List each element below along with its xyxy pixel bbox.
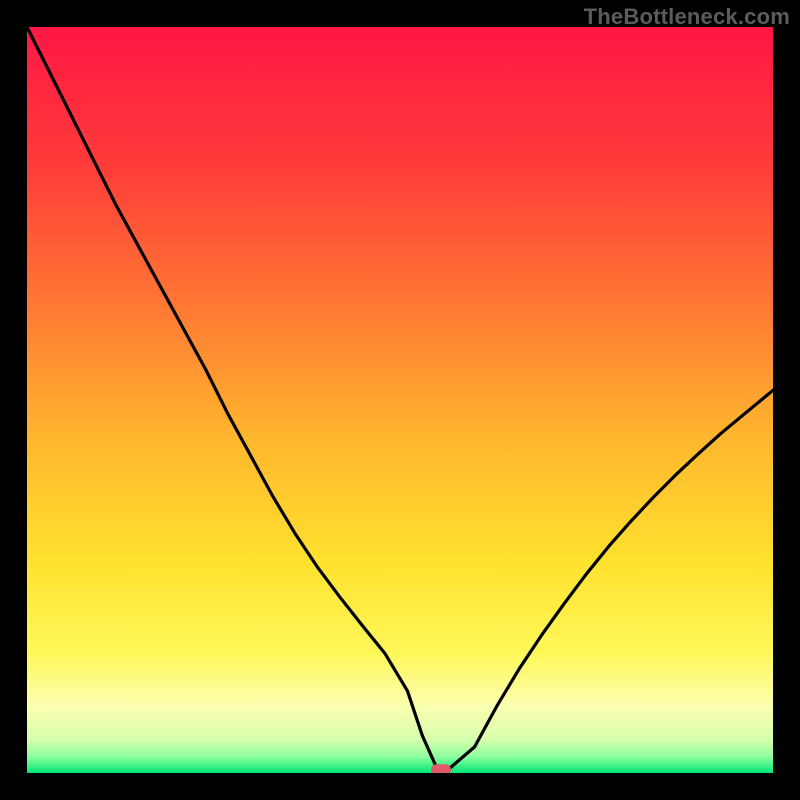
chart-svg: [27, 27, 773, 773]
watermark-text: TheBottleneck.com: [584, 4, 790, 30]
gradient-background: [27, 27, 773, 773]
chart-frame: TheBottleneck.com: [0, 0, 800, 800]
plot-area: [27, 27, 773, 773]
optimum-marker: [431, 764, 451, 773]
